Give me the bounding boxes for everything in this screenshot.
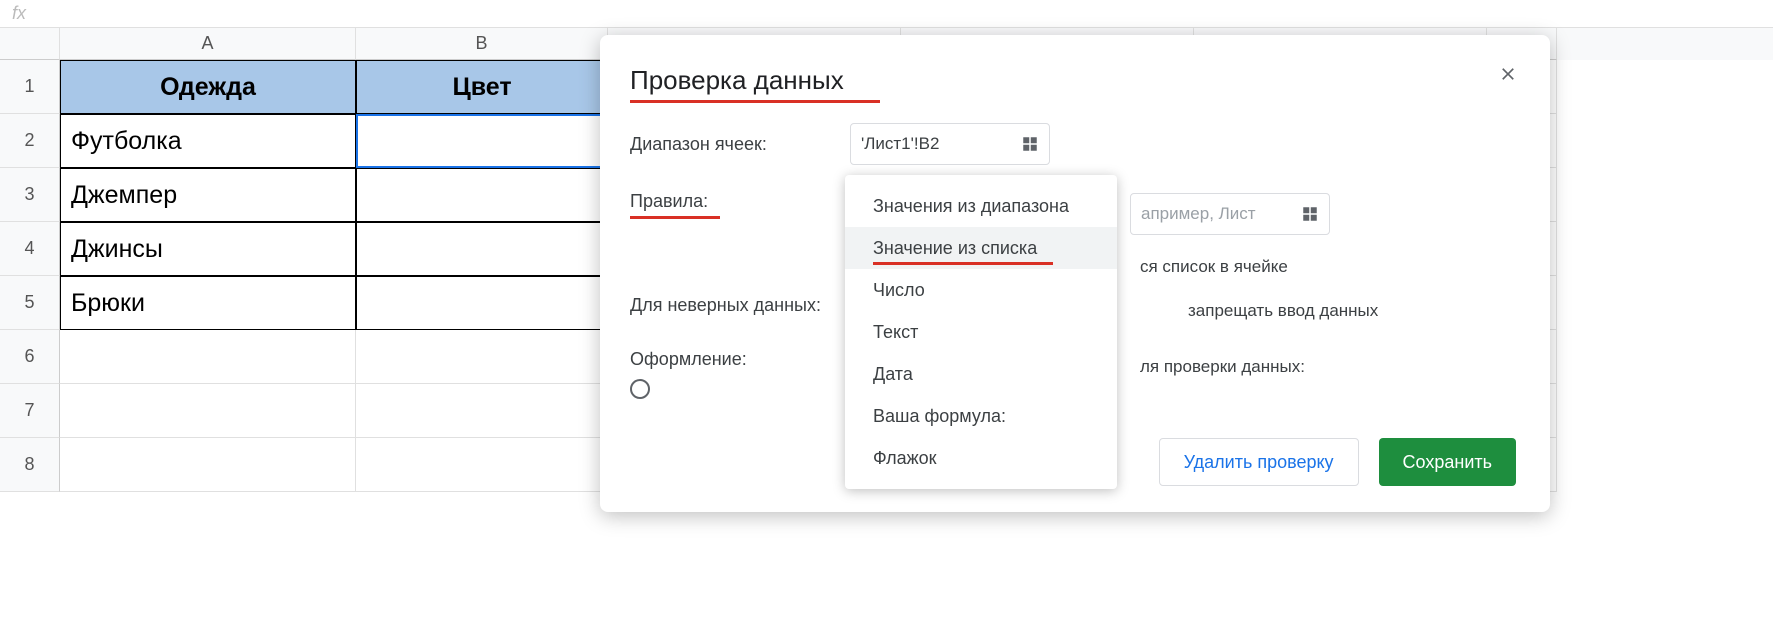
formula-bar[interactable]: fx xyxy=(0,0,1773,28)
data-validation-dialog: Проверка данных Диапазон ячеек: 'Лист1'!… xyxy=(600,35,1550,512)
cell-A1[interactable]: Одежда xyxy=(60,60,356,114)
rules-label: Правила: xyxy=(630,191,850,212)
dropdown-item-range[interactable]: Значения из диапазона xyxy=(845,185,1117,227)
close-icon xyxy=(1498,64,1518,90)
dropdown-item-number[interactable]: Число xyxy=(845,269,1117,311)
remove-validation-button[interactable]: Удалить проверку xyxy=(1159,438,1359,486)
cell-B8[interactable] xyxy=(356,438,608,492)
forbid-label: запрещать ввод данных xyxy=(1188,301,1378,321)
help-partial-text: ля проверки данных: xyxy=(1140,357,1305,377)
dropdown-item-formula[interactable]: Ваша формула: xyxy=(845,395,1117,437)
col-header-B[interactable]: B xyxy=(356,28,608,60)
cell-B6[interactable] xyxy=(356,330,608,384)
appearance-label: Оформление: xyxy=(630,349,850,370)
row-header-4[interactable]: 4 xyxy=(0,222,60,276)
col-header-A[interactable]: A xyxy=(60,28,356,60)
row-header-8[interactable]: 8 xyxy=(0,438,60,492)
cell-B5[interactable] xyxy=(356,276,608,330)
invalid-label: Для неверных данных: xyxy=(630,295,821,316)
cell-A8[interactable] xyxy=(60,438,356,492)
cell-A3[interactable]: Джемпер xyxy=(60,168,356,222)
select-all-corner[interactable] xyxy=(0,28,60,60)
forbid-radio[interactable] xyxy=(630,379,650,399)
dropdown-item-underline xyxy=(873,262,1053,265)
grid-picker-icon[interactable] xyxy=(1301,205,1319,223)
cell-A5[interactable]: Брюки xyxy=(60,276,356,330)
dropdown-item-list-label: Значение из списка xyxy=(873,238,1037,259)
cell-A7[interactable] xyxy=(60,384,356,438)
row-header-6[interactable]: 6 xyxy=(0,330,60,384)
title-underline xyxy=(630,100,880,103)
show-list-partial-text: ся список в ячейке xyxy=(1140,257,1288,277)
dropdown-item-text[interactable]: Текст xyxy=(845,311,1117,353)
row-header-3[interactable]: 3 xyxy=(0,168,60,222)
rule-value-placeholder: апример, Лист xyxy=(1141,204,1256,224)
cell-B2[interactable] xyxy=(356,114,608,168)
dropdown-item-list[interactable]: Значение из списка xyxy=(845,227,1117,269)
dialog-buttons: Удалить проверку Сохранить xyxy=(1159,438,1516,486)
rule-value-input[interactable]: апример, Лист xyxy=(1130,193,1330,235)
cell-B3[interactable] xyxy=(356,168,608,222)
row-header-1[interactable]: 1 xyxy=(0,60,60,114)
range-label: Диапазон ячеек: xyxy=(630,134,850,155)
cell-B1[interactable]: Цвет xyxy=(356,60,608,114)
range-input[interactable]: 'Лист1'!B2 xyxy=(850,123,1050,165)
cell-B7[interactable] xyxy=(356,384,608,438)
grid-picker-icon[interactable] xyxy=(1021,135,1039,153)
cell-A6[interactable] xyxy=(60,330,356,384)
fx-label: fx xyxy=(12,3,26,24)
dropdown-item-checkbox[interactable]: Флажок xyxy=(845,437,1117,479)
close-button[interactable] xyxy=(1494,63,1522,91)
save-button[interactable]: Сохранить xyxy=(1379,438,1516,486)
rules-dropdown: Значения из диапазона Значение из списка… xyxy=(845,175,1117,489)
range-row: Диапазон ячеек: 'Лист1'!B2 xyxy=(630,123,1510,165)
dropdown-item-date[interactable]: Дата xyxy=(845,353,1117,395)
rules-underline xyxy=(630,216,720,219)
cell-A2[interactable]: Футболка xyxy=(60,114,356,168)
cell-B4[interactable] xyxy=(356,222,608,276)
dialog-title: Проверка данных xyxy=(630,65,1510,96)
row-header-7[interactable]: 7 xyxy=(0,384,60,438)
row-header-5[interactable]: 5 xyxy=(0,276,60,330)
row-header-2[interactable]: 2 xyxy=(0,114,60,168)
cell-A4[interactable]: Джинсы xyxy=(60,222,356,276)
range-value: 'Лист1'!B2 xyxy=(861,134,939,154)
